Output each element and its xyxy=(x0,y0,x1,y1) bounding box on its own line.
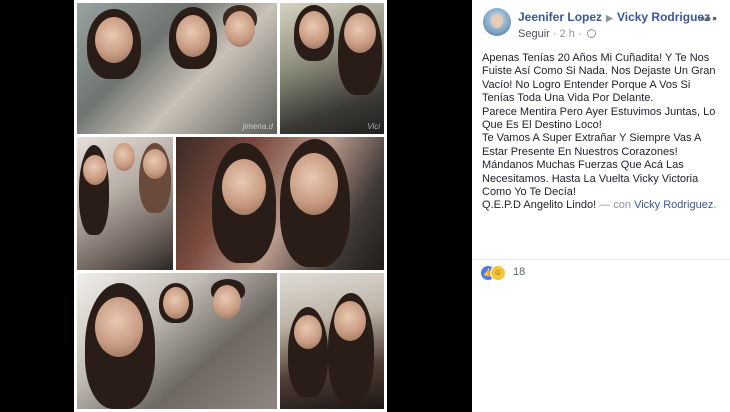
with-suffix: . xyxy=(713,199,717,212)
caption-paragraph: Apenas Tenías 20 Años Mi Cuñadita! Y Te … xyxy=(482,52,716,105)
collage-photo-two-girls-2 xyxy=(280,273,384,409)
recipient-link[interactable]: Vicky Rodriguez xyxy=(617,10,710,24)
reaction-count[interactable]: 18 xyxy=(513,266,525,278)
photo-watermark: Vici xyxy=(367,122,380,131)
divider xyxy=(472,259,730,260)
collage-photo-main-selfie xyxy=(176,137,384,270)
haha-icon: ☺ xyxy=(490,265,506,281)
arrow-right-icon: ▶ xyxy=(606,13,613,23)
collage-photo-group xyxy=(77,137,173,270)
collage-photo-two-girls: Vici xyxy=(280,3,384,134)
collage-photo-car-selfie: jimena.d xyxy=(77,3,277,134)
meta-separator: · xyxy=(577,28,582,40)
tagged-user-link[interactable]: Vicky Rodriguez xyxy=(634,199,713,211)
post-header-names: Jeenifer Lopez ▶ Vicky Rodriguez xyxy=(518,10,710,24)
follow-button[interactable]: Seguir xyxy=(518,28,550,40)
avatar[interactable] xyxy=(483,8,511,36)
caption-paragraph: Q.E.P.D Angelito Lindo! — con Vicky Rodr… xyxy=(482,199,722,212)
photo-collage[interactable]: jimena.d Vici xyxy=(74,0,387,412)
photo-viewer[interactable]: jimena.d Vici xyxy=(0,0,472,412)
post-caption: Apenas Tenías 20 Años Mi Cuñadita! Y Te … xyxy=(482,52,722,213)
caption-last-line: Q.E.P.D Angelito Lindo! xyxy=(482,199,597,212)
caption-paragraph: Te Vamos A Super Extrañar Y Siempre Vas … xyxy=(482,132,701,199)
globe-icon[interactable] xyxy=(586,29,596,38)
meta-separator: · xyxy=(552,28,557,40)
post-meta: Seguir · 2 h · xyxy=(518,28,596,40)
timestamp[interactable]: 2 h xyxy=(560,28,575,40)
collage-photo-friends xyxy=(77,273,277,409)
post-panel: Jeenifer Lopez ▶ Vicky Rodriguez Seguir · … xyxy=(472,0,730,412)
author-link[interactable]: Jeenifer Lopez xyxy=(518,10,602,24)
ellipsis-icon[interactable]: ••• xyxy=(700,10,718,26)
photo-watermark: jimena.d xyxy=(242,122,273,131)
caption-paragraph: Parece Mentira Pero Ayer Estuvimos Junta… xyxy=(482,105,716,132)
with-prefix: — con xyxy=(599,199,632,212)
